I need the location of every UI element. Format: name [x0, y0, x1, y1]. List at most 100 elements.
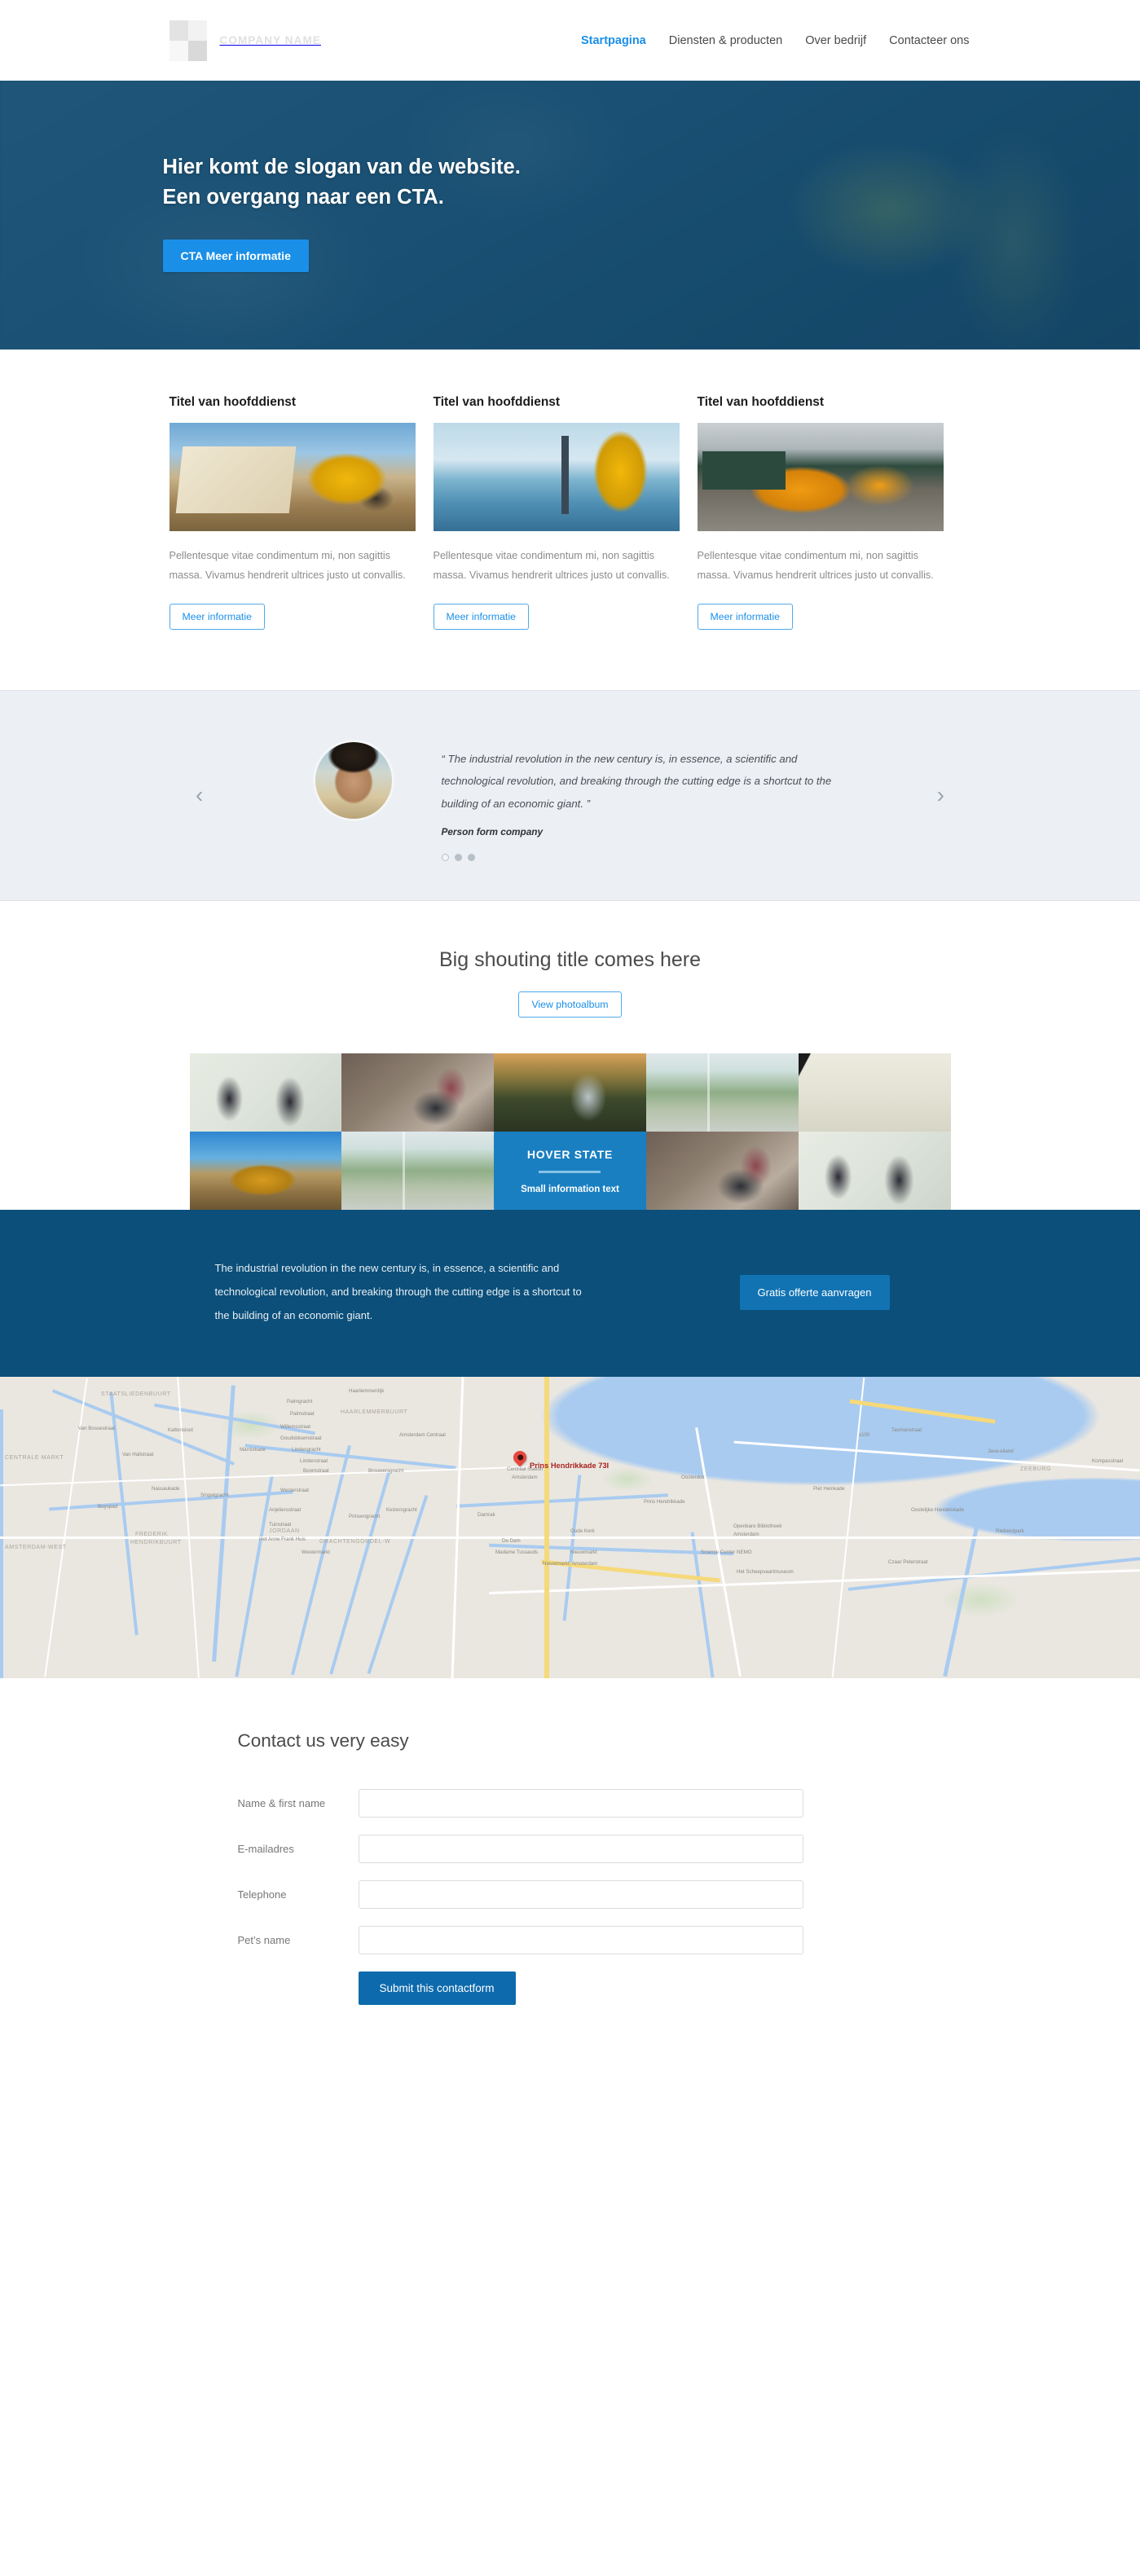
nav-item-over-bedrijf[interactable]: Over bedrijf — [805, 34, 866, 47]
hero-title-line-1: Hier komt de slogan van de website. — [162, 156, 521, 178]
quote-request-button[interactable]: Gratis offerte aanvragen — [739, 1274, 890, 1310]
photo-tile-blueprint[interactable] — [798, 1053, 951, 1132]
map-label: Westerstraat — [280, 1487, 309, 1493]
service-card-title: Titel van hoofddienst — [697, 395, 825, 409]
label-name: Name & first name — [237, 1796, 326, 1809]
photo-grid: HOVER STATE Small information text — [189, 1053, 951, 1211]
map-label: Science Center NEMO — [701, 1549, 752, 1555]
map-label: Lindengracht — [292, 1446, 321, 1453]
photo-tile-hover-state[interactable]: HOVER STATE Small information text — [494, 1132, 646, 1211]
map-label: Madame Tussauds — [495, 1549, 539, 1555]
map-marker-label: Prins Hendrikkade 73I — [530, 1461, 610, 1470]
hover-state-subtitle: Small information text — [521, 1184, 619, 1194]
logo-text: COMPANY NAME — [219, 34, 321, 46]
photo-tile-field[interactable] — [494, 1053, 646, 1132]
map-label: Palmgracht — [287, 1398, 313, 1404]
service-card: Titel van hoofddienst Pellentesque vitae… — [433, 395, 680, 630]
map-label: Oostelijke Handelskade — [911, 1506, 965, 1513]
input-name[interactable] — [358, 1788, 803, 1818]
carousel-prev-icon[interactable]: ‹ — [196, 784, 203, 807]
map-label: Tasmanstraat — [891, 1426, 922, 1433]
map-label: De Dam — [502, 1537, 521, 1544]
carousel-dot-2[interactable] — [454, 854, 462, 862]
map-label: Keizersgracht — [386, 1506, 417, 1513]
view-photoalbum-button[interactable]: View photoalbum — [518, 991, 622, 1018]
service-card-title: Titel van hoofddienst — [433, 395, 561, 409]
nav-item-diensten-producten[interactable]: Diensten & producten — [669, 34, 782, 47]
service-card-image-excavators — [697, 423, 944, 531]
map-label: Oude Kerk — [570, 1528, 595, 1534]
hero-title-line-2: Een overgang naar een CTA. — [162, 186, 444, 209]
form-row-telephone: Telephone — [238, 1879, 978, 1909]
input-pets-name[interactable] — [358, 1925, 803, 1954]
map-label: Damrak — [478, 1511, 495, 1518]
nav-item-contacteer-ons[interactable]: Contacteer ons — [889, 34, 969, 47]
service-card-text: Pellentesque vitae condimentum mi, non s… — [169, 550, 406, 582]
service-card-more-button[interactable]: Meer informatie — [433, 603, 529, 630]
carousel-dots — [441, 854, 833, 862]
map-label: Prinsengracht — [349, 1513, 381, 1519]
service-card-text: Pellentesque vitae condimentum mi, non s… — [433, 550, 670, 582]
carousel-dot-3[interactable] — [467, 854, 475, 862]
logo[interactable]: COMPANY NAME — [169, 20, 321, 61]
hover-state-divider — [539, 1170, 601, 1173]
map-label: Kattensloot — [168, 1426, 193, 1433]
label-pets-name: Pet’s name — [237, 1933, 291, 1946]
map-label: HENDRIKBUURT — [130, 1539, 182, 1545]
nav-item-startpagina[interactable]: Startpagina — [581, 34, 646, 47]
map-label: Prins Hendrikkade — [644, 1498, 685, 1505]
photo-tile-bulldozer[interactable] — [189, 1132, 342, 1211]
service-card-image-forklift — [433, 423, 680, 531]
photo-tile-desk[interactable] — [645, 1132, 799, 1211]
map-label: FREDERIK — [135, 1531, 169, 1537]
submit-contactform-button[interactable]: Submit this contactform — [358, 1971, 516, 2005]
map-label: Buyspad — [98, 1503, 118, 1510]
map-label: Boomstraat — [303, 1467, 329, 1474]
photoalbum-section: Big shouting title comes here View photo… — [0, 901, 1140, 1211]
photo-tile-whiteboard[interactable] — [189, 1053, 342, 1132]
photo-tile-desk[interactable] — [341, 1053, 495, 1132]
service-card: Titel van hoofddienst Pellentesque vitae… — [169, 395, 416, 630]
carousel-next-icon[interactable]: › — [937, 784, 944, 807]
service-card-image-bulldozer — [169, 423, 416, 531]
carousel-dot-1[interactable] — [441, 854, 449, 862]
hero-cta-button[interactable]: CTA Meer informatie — [162, 239, 309, 272]
photo-tile-glass-corridor[interactable] — [645, 1053, 799, 1132]
map-label: AMSTERDAM-WEST — [5, 1544, 67, 1550]
service-card-more-button[interactable]: Meer informatie — [169, 603, 265, 630]
map-label: Lindenstraat — [300, 1457, 328, 1464]
map-label: Brouwersgracht — [368, 1467, 404, 1474]
site-header: COMPANY NAME Startpagina Diensten & prod… — [0, 0, 1140, 81]
form-row-email: E-mailadres — [238, 1834, 978, 1863]
cta-band-section: The industrial revolution in the new cen… — [0, 1210, 1140, 1377]
map-label: Anjeliersstraat — [269, 1506, 302, 1513]
input-telephone[interactable] — [358, 1879, 803, 1909]
logo-mark-icon — [169, 20, 207, 61]
map-label: GRACHTENGORDEL-W — [319, 1538, 391, 1545]
map-label: Willemsstraat — [280, 1423, 311, 1430]
input-email[interactable] — [358, 1834, 803, 1863]
map-label: Piet Heinkade — [813, 1485, 845, 1492]
map-label: JORDAAN — [269, 1528, 300, 1534]
form-row-pets-name: Pet’s name — [237, 1925, 978, 1954]
cta-band-text: The industrial revolution in the new cen… — [214, 1262, 582, 1321]
map-label: Kompasstraat — [1092, 1457, 1124, 1464]
services-section: Titel van hoofddienst Pellentesque vitae… — [0, 349, 1140, 690]
map-label: CENTRALE MARKT — [5, 1454, 64, 1461]
map-label: Singelgracht — [200, 1492, 229, 1498]
map-label: STAATSLIEDENBUURT — [101, 1391, 171, 1397]
map-section[interactable]: Prins Hendrikkade 73I STAATSLIEDENBUURT C… — [0, 1376, 1140, 1678]
photo-tile-glass-corridor[interactable] — [341, 1132, 495, 1211]
service-card-more-button[interactable]: Meer informatie — [697, 603, 793, 630]
map-label: Tuinstraat — [269, 1521, 292, 1528]
testimonial-avatar — [312, 739, 394, 821]
main-nav: Startpagina Diensten & producten Over be… — [581, 34, 970, 47]
map-label: Amsterdam — [512, 1474, 538, 1480]
photo-tile-whiteboard[interactable] — [798, 1132, 951, 1211]
map-label: HAARLEMMERBUURT — [341, 1409, 408, 1415]
map-label: Het Scheepvaartmuseum — [737, 1568, 794, 1575]
photoalbum-title: Big shouting title comes here — [438, 948, 701, 972]
testimonial-quote: “ The industrial revolution in the new c… — [441, 752, 832, 810]
map-label: Haarlemmerdijk — [349, 1387, 385, 1394]
hero-title: Hier komt de slogan van de website. Een … — [163, 152, 978, 213]
